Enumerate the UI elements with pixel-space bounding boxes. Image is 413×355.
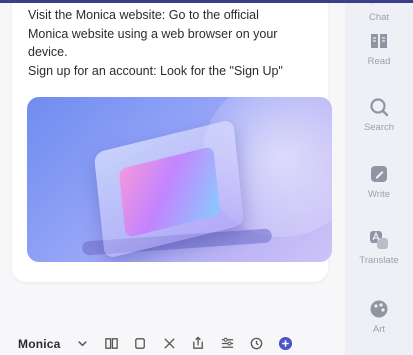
search-icon — [370, 98, 389, 117]
book-icon — [371, 34, 387, 48]
answer-text: Visit the Monica website: Go to the offi… — [28, 6, 318, 80]
top-border — [0, 0, 413, 3]
answer-line: Sign up for an account: Look for the "Si… — [28, 63, 283, 78]
bottom-toolbar: Monica — [0, 332, 363, 355]
close-icon[interactable] — [162, 336, 177, 351]
sidebar-item-label: Write — [368, 189, 390, 200]
book-icon[interactable] — [104, 336, 119, 351]
copy-icon[interactable] — [133, 336, 148, 351]
sidebar-item-translate[interactable]: Translate — [345, 229, 413, 266]
main-area: Visit the Monica website: Go to the offi… — [0, 0, 345, 355]
brand-label[interactable]: Monica — [18, 337, 61, 351]
translate-icon — [370, 231, 388, 249]
art-icon — [370, 300, 388, 318]
sidebar-item-search[interactable]: Search — [345, 96, 413, 133]
sidebar-item-art[interactable]: Art — [345, 298, 413, 335]
sidebar-item-chat[interactable]: Chat — [345, 0, 413, 23]
answer-line: device. — [28, 45, 68, 59]
history-icon[interactable] — [249, 336, 264, 351]
chevron-down-icon[interactable] — [75, 336, 90, 351]
sidebar-item-read[interactable]: Read — [345, 30, 413, 67]
laptop-illustration — [27, 97, 332, 262]
sidebar-item-write[interactable]: Write — [345, 163, 413, 200]
sidebar-item-label: Art — [372, 324, 386, 335]
settings-icon[interactable] — [220, 336, 235, 351]
sidebar-item-label: Translate — [359, 255, 399, 266]
sidebar-item-label: Search — [363, 122, 395, 133]
answer-line: Monica website using a web browser on yo… — [28, 26, 278, 41]
sidebar: Chat Read Search Write Translate Art — [345, 0, 413, 355]
pen-icon — [371, 166, 387, 182]
add-icon[interactable] — [278, 336, 293, 351]
answer-line: Visit the Monica website: Go to the offi… — [28, 8, 259, 22]
sidebar-item-label: Chat — [368, 12, 390, 23]
share-icon[interactable] — [191, 336, 206, 351]
sidebar-item-label: Read — [367, 56, 391, 67]
